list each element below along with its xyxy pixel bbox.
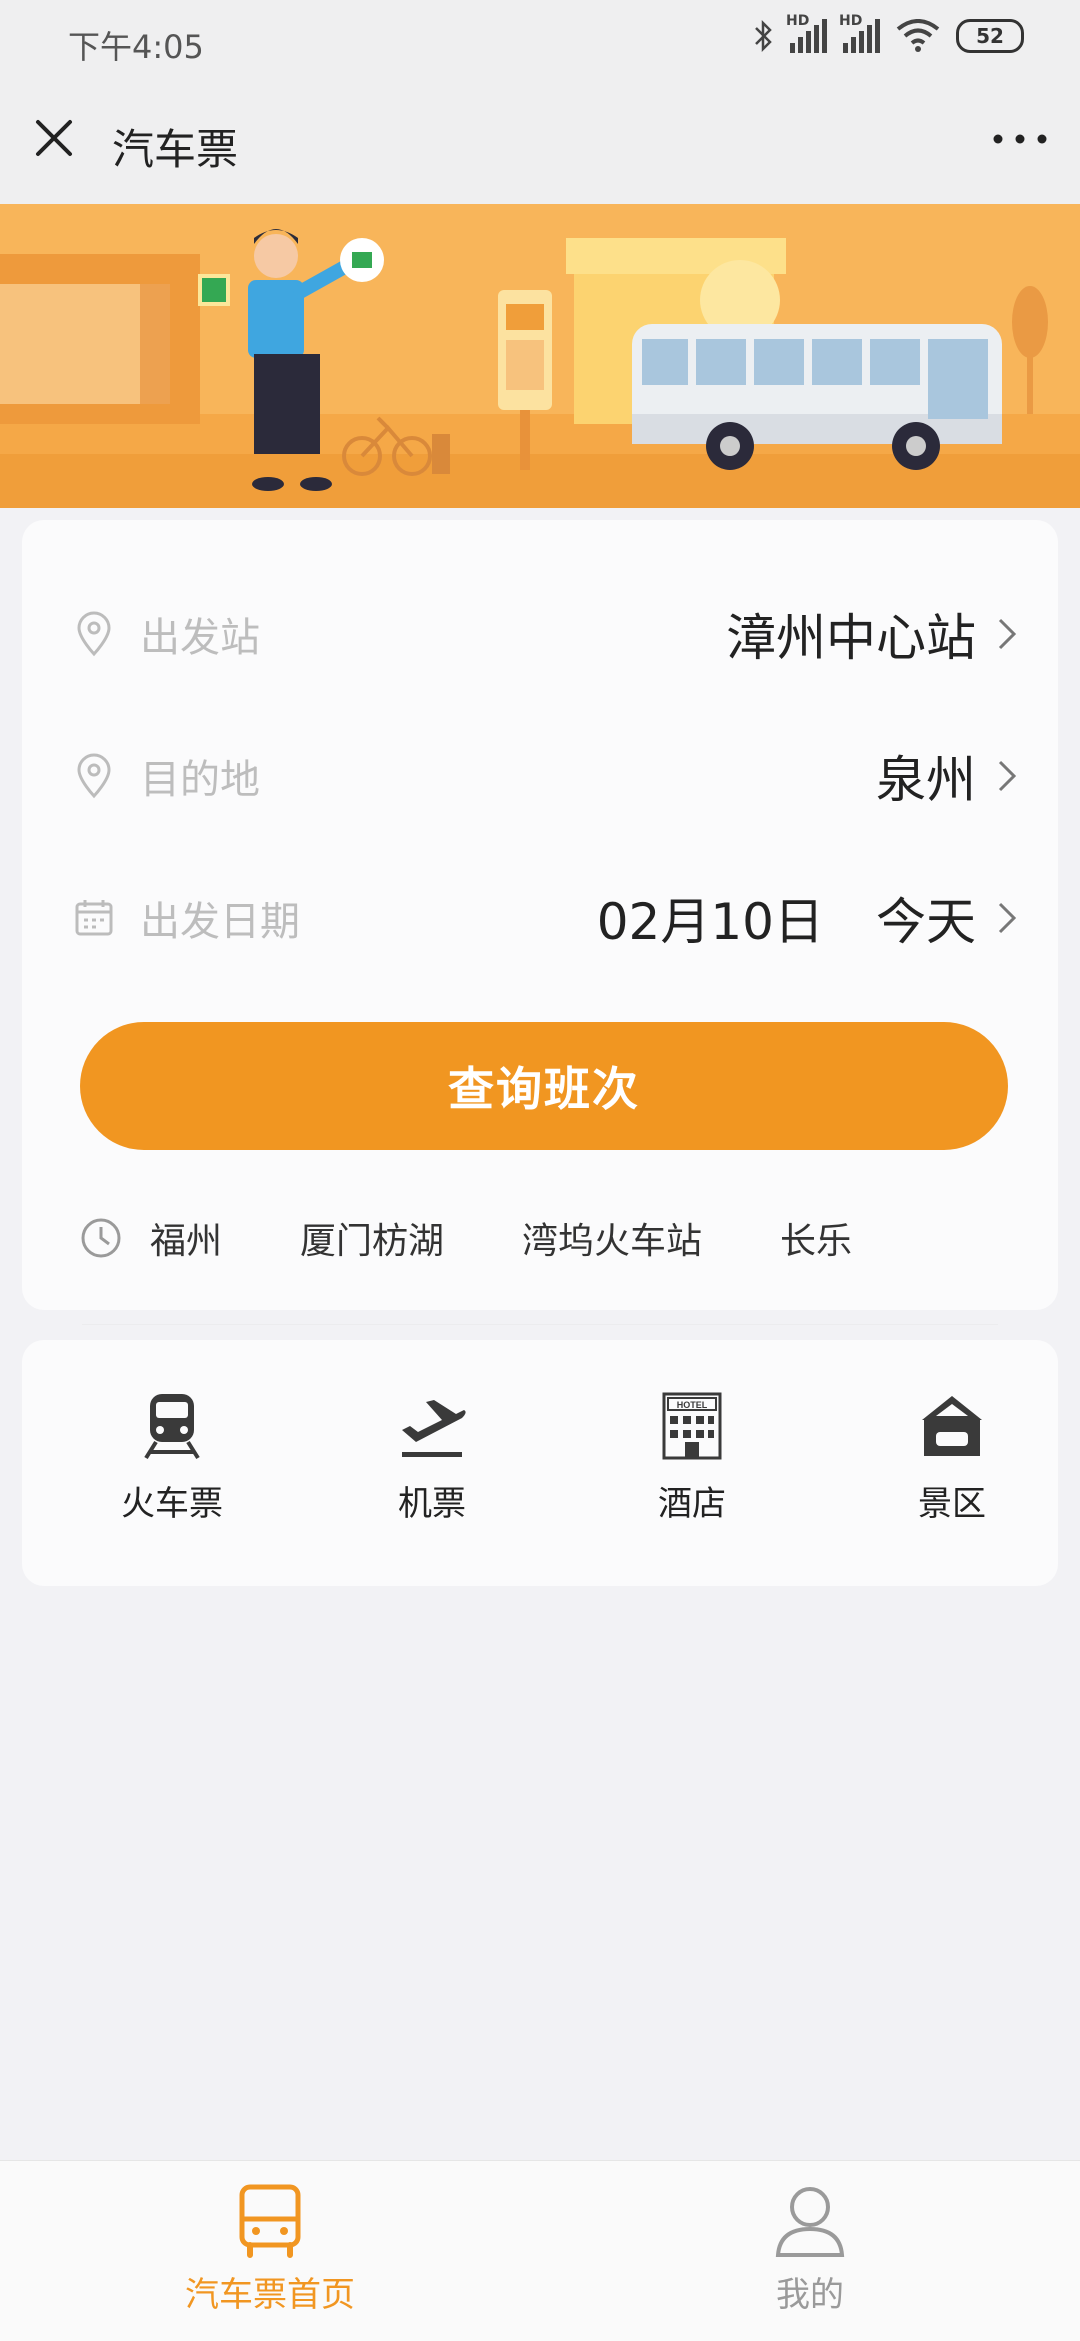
- chevron-right-icon: [998, 618, 1017, 650]
- location-pin-icon: [77, 753, 111, 799]
- date-value: 02月10日 今天: [597, 882, 976, 954]
- location-pin-icon: [77, 611, 111, 657]
- service-hotel[interactable]: HOTEL 酒店: [622, 1390, 762, 1525]
- clock-icon: [81, 1218, 121, 1258]
- destination-field[interactable]: 目的地 泉州: [74, 706, 1020, 846]
- departure-station-field[interactable]: 出发站 漳州中心站: [74, 564, 1020, 704]
- service-label: 火车票: [121, 1484, 223, 1524]
- destination-label: 目的地: [140, 757, 260, 803]
- tab-bus-home[interactable]: 汽车票首页: [150, 2181, 390, 2316]
- date-label: 出发日期: [140, 899, 300, 945]
- scenic-icon: [922, 1396, 982, 1456]
- more-icon[interactable]: [990, 126, 1050, 152]
- chevron-right-icon: [998, 760, 1017, 792]
- plane-icon: [402, 1400, 466, 1457]
- service-label: 景区: [918, 1484, 986, 1524]
- calendar-icon: [75, 900, 113, 936]
- service-flight[interactable]: 机票: [362, 1390, 502, 1525]
- chevron-right-icon: [998, 902, 1017, 934]
- wifi-icon: [896, 19, 940, 52]
- service-label: 机票: [398, 1484, 466, 1524]
- service-scenic[interactable]: 景区: [882, 1390, 1022, 1525]
- signal-icon: HD: [786, 13, 827, 53]
- signal-icon: HD: [839, 13, 880, 53]
- hotel-icon: HOTEL: [662, 1392, 722, 1460]
- search-history: 福州 厦门枋湖 湾坞火车站 长乐: [80, 1208, 930, 1268]
- hotel-sign-text: HOTEL: [677, 1400, 708, 1410]
- services-card: 火车票 机票 HOTEL 酒店 景区: [22, 1340, 1058, 1586]
- title-bar: 汽车票: [0, 86, 1080, 204]
- tab-label: 汽车票首页: [185, 2275, 355, 2315]
- departure-date-field[interactable]: 出发日期 02月10日 今天: [74, 848, 1020, 988]
- date-relative: 今天: [876, 893, 976, 951]
- train-icon: [144, 1394, 200, 1460]
- service-train[interactable]: 火车票: [102, 1390, 242, 1525]
- status-bar: 下午4:05 HD HD 52: [0, 0, 1080, 86]
- departure-value: 漳州中心站: [726, 609, 976, 667]
- status-icons: HD HD 52: [752, 13, 1024, 54]
- banner-illustration: [0, 204, 1080, 508]
- tab-mine[interactable]: 我的: [690, 2181, 930, 2316]
- history-item[interactable]: 福州: [150, 1212, 222, 1264]
- booking-card: 出发站 漳州中心站 目的地 泉州 出发日期 02月10日 今天: [22, 520, 1058, 1325]
- destination-value: 泉州: [876, 751, 976, 809]
- history-item[interactable]: 长乐: [780, 1212, 852, 1264]
- bus-icon: [239, 2184, 301, 2258]
- search-schedules-button[interactable]: 查询班次: [80, 1022, 1008, 1150]
- history-item[interactable]: 厦门枋湖: [300, 1212, 444, 1264]
- service-label: 酒店: [658, 1484, 726, 1524]
- history-item[interactable]: 湾坞火车站: [522, 1212, 702, 1264]
- status-time: 下午4:05: [68, 28, 204, 66]
- tab-label: 我的: [776, 2275, 844, 2315]
- user-icon: [775, 2187, 845, 2257]
- departure-label: 出发站: [140, 615, 260, 661]
- divider: [82, 1324, 998, 1325]
- battery-indicator: 52: [956, 19, 1024, 53]
- page-title: 汽车票: [112, 125, 239, 174]
- date-text: 02月10日: [596, 893, 824, 951]
- bus-station-illustration: [0, 204, 1080, 508]
- close-icon[interactable]: [30, 114, 78, 162]
- bottom-tab-bar: 汽车票首页 我的: [0, 2160, 1080, 2341]
- bluetooth-icon: [755, 19, 772, 53]
